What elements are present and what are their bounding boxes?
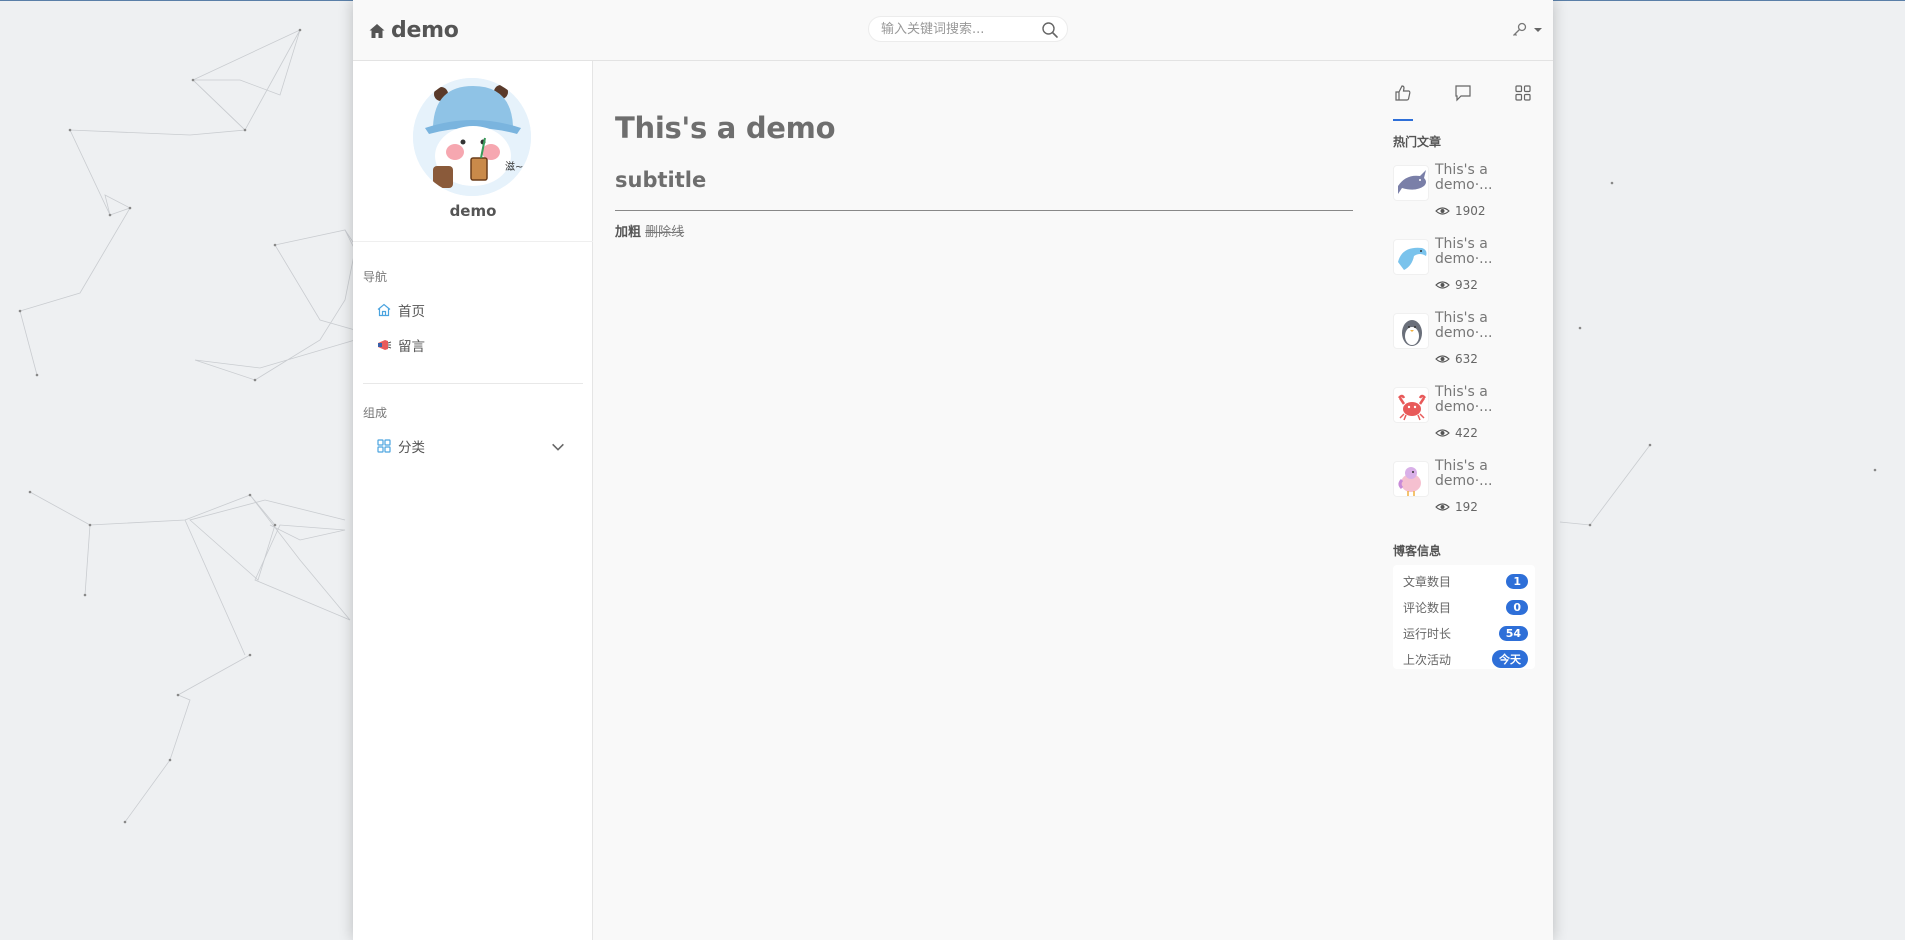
eye-icon [1435, 207, 1450, 215]
blog-info-title: 博客信息 [1393, 544, 1442, 558]
right-sidebar: 热门文章 This's a demo·... 1902 This's a dem… [1393, 61, 1538, 681]
post-thumbnail [1393, 387, 1429, 423]
info-badge: 0 [1506, 599, 1528, 615]
nav-item-label: 分类 [398, 440, 425, 456]
info-badge: 1 [1506, 573, 1528, 589]
hot-post-item[interactable]: This's a demo·... 192 [1393, 458, 1538, 527]
eye-icon [1435, 355, 1450, 363]
nav-header: 导航 [363, 270, 388, 284]
info-label: 运行时长 [1403, 626, 1452, 641]
post-content: This's a demo subtitle 加粗 删除线 [615, 61, 1355, 940]
hot-post-item[interactable]: This's a demo·... 632 [1393, 310, 1538, 379]
info-row-last-active: 上次活动 今天 [1403, 649, 1528, 669]
info-row-posts: 文章数目 1 [1403, 571, 1528, 591]
compose-header: 组成 [363, 406, 388, 420]
view-count: 192 [1435, 500, 1478, 514]
view-count-value: 192 [1455, 500, 1478, 514]
info-label: 文章数目 [1403, 574, 1452, 589]
hot-post-title: This's a demo·... [1435, 162, 1493, 193]
nav-item-home[interactable]: 首页 [376, 297, 576, 323]
hot-post-item[interactable]: This's a demo·... 932 [1393, 236, 1538, 305]
search-input[interactable] [881, 20, 1036, 38]
left-sidebar: 滋~ demo 导航 首页 留言 组成 分类 [353, 61, 593, 940]
info-badge: 54 [1498, 625, 1528, 641]
nav-item-guestbook[interactable]: 留言 [376, 332, 576, 358]
megaphone-icon [378, 340, 392, 350]
site-title: demo [391, 18, 459, 43]
post-title: This's a demo [615, 111, 836, 145]
nav-item-label: 首页 [398, 304, 425, 320]
eye-icon [1435, 429, 1450, 437]
key-icon [1513, 22, 1527, 36]
search-icon[interactable] [1040, 20, 1060, 40]
top-header: demo [353, 0, 1553, 61]
post-thumbnail [1393, 461, 1429, 497]
home-icon [369, 23, 385, 38]
hot-post-item[interactable]: This's a demo·... 1902 [1393, 162, 1538, 231]
view-count: 932 [1435, 278, 1478, 292]
post-thumbnail [1393, 239, 1429, 275]
info-row-comments: 评论数目 0 [1403, 597, 1528, 617]
nav-item-label: 留言 [398, 339, 425, 355]
home-icon [377, 303, 391, 317]
blog-info-card: 文章数目 1 评论数目 0 运行时长 54 上次活动 今天 [1393, 565, 1535, 669]
post-thumbnail [1393, 165, 1429, 201]
caret-down-icon [1534, 28, 1542, 32]
nav-item-category[interactable]: 分类 [376, 433, 576, 459]
active-tab-indicator [1393, 119, 1413, 121]
info-label: 评论数目 [1403, 600, 1452, 615]
comment-icon[interactable] [1453, 83, 1473, 103]
avatar-illustration: 滋~ [413, 78, 531, 196]
hot-post-title: This's a demo·... [1435, 236, 1493, 267]
hot-post-title: This's a demo·... [1435, 458, 1493, 489]
brand-link[interactable]: demo [368, 18, 459, 43]
view-count-value: 1902 [1455, 204, 1486, 218]
view-count-value: 632 [1455, 352, 1478, 366]
hot-posts-title: 热门文章 [1393, 135, 1442, 149]
hot-post-title: This's a demo·... [1435, 384, 1493, 415]
chevron-down-icon [552, 443, 564, 451]
search-box [868, 16, 1068, 42]
info-row-uptime: 运行时长 54 [1403, 623, 1528, 643]
info-badge: 今天 [1492, 650, 1528, 668]
avatar[interactable]: 滋~ [413, 78, 531, 196]
divider [363, 383, 583, 384]
svg-text:滋~: 滋~ [505, 160, 523, 173]
login-dropdown[interactable] [1511, 21, 1543, 39]
hot-post-title: This's a demo·... [1435, 310, 1493, 341]
grid-icon [377, 439, 391, 453]
eye-icon [1435, 503, 1450, 511]
hot-post-item[interactable]: This's a demo·... 422 [1393, 384, 1538, 453]
post-thumbnail [1393, 313, 1429, 349]
view-count: 422 [1435, 426, 1478, 440]
view-count-value: 422 [1455, 426, 1478, 440]
grid-icon[interactable] [1513, 83, 1533, 103]
info-label: 上次活动 [1403, 652, 1452, 667]
divider [353, 241, 593, 242]
view-count: 1902 [1435, 204, 1486, 218]
username: demo [449, 202, 497, 220]
post-subtitle: subtitle [615, 168, 707, 192]
strikethrough-text: 删除线 [645, 225, 685, 240]
horizontal-rule [615, 210, 1353, 211]
view-count: 632 [1435, 352, 1478, 366]
view-count-value: 932 [1455, 278, 1478, 292]
post-body: 加粗 删除线 [615, 221, 684, 240]
thumbs-up-icon[interactable] [1393, 83, 1413, 103]
page-container: demo 输入关键词搜索... 滋~ demo 导航 首页 留言 组成 分类 T… [353, 0, 1553, 940]
eye-icon [1435, 281, 1450, 289]
bold-text: 加粗 [615, 225, 642, 240]
